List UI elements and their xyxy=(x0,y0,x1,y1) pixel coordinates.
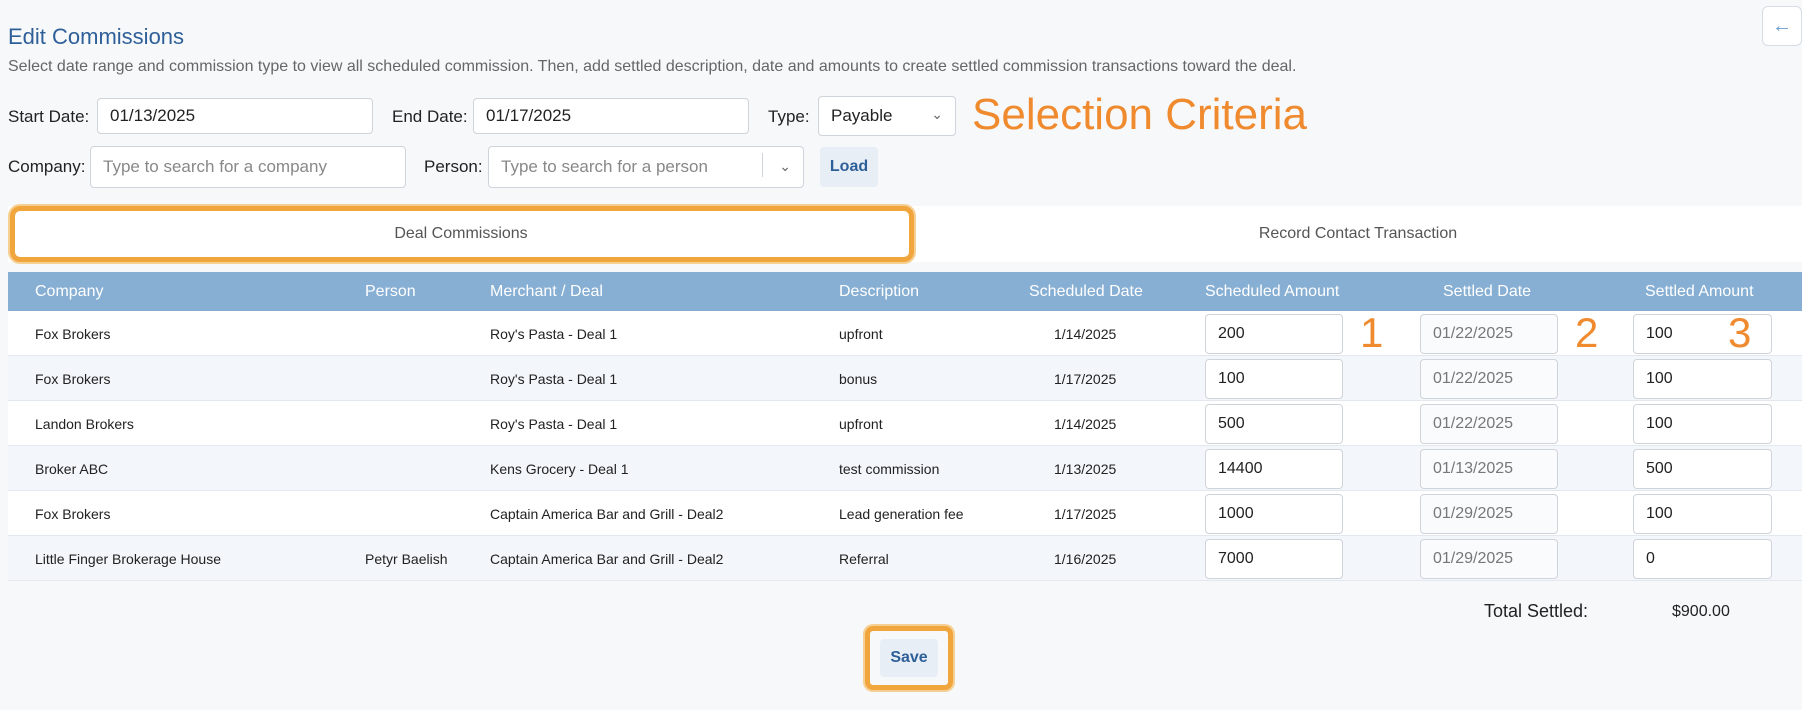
cell-scheduled-date: 1/13/2025 xyxy=(1054,461,1117,477)
cell-company: Fox Brokers xyxy=(35,326,111,342)
table-row: Fox Brokers Roy's Pasta - Deal 1 upfront… xyxy=(8,309,1802,356)
back-button[interactable]: ← xyxy=(1762,6,1802,46)
settled-amount-input[interactable]: 0 xyxy=(1633,539,1772,579)
cell-deal: Kens Grocery - Deal 1 xyxy=(490,461,629,477)
annotation-3: 3 xyxy=(1728,309,1752,356)
person-label: Person: xyxy=(424,157,483,176)
table-header: Company Person Merchant / Deal Descripti… xyxy=(8,272,1802,311)
cell-description: Lead generation fee xyxy=(839,506,964,522)
cell-company: Fox Brokers xyxy=(35,506,111,522)
settled-date-input[interactable]: 01/29/2025 xyxy=(1420,539,1558,579)
scheduled-amount-input[interactable]: 7000 xyxy=(1205,539,1343,579)
cell-scheduled-date: 1/14/2025 xyxy=(1054,326,1117,342)
cell-deal: Captain America Bar and Grill - Deal2 xyxy=(490,551,724,567)
header-settled-amount: Settled Amount xyxy=(1645,283,1754,300)
tab-bar: Deal Commissions Record Contact Transact… xyxy=(8,206,1802,262)
type-select[interactable]: Payable ⌄ xyxy=(818,96,956,136)
cell-deal: Roy's Pasta - Deal 1 xyxy=(490,326,618,342)
cell-company: Fox Brokers xyxy=(35,371,111,387)
table-row: Little Finger Brokerage House Petyr Bael… xyxy=(8,536,1802,581)
tab-deal-commissions[interactable]: Deal Commissions xyxy=(8,206,914,262)
cell-scheduled-date: 1/14/2025 xyxy=(1054,416,1117,432)
total-settled-label: Total Settled: xyxy=(1484,601,1589,621)
settled-date-input[interactable]: 01/22/2025 xyxy=(1420,404,1558,444)
company-label: Company: xyxy=(8,157,86,176)
scheduled-amount-input[interactable]: 500 xyxy=(1205,404,1343,444)
cell-company: Landon Brokers xyxy=(35,416,134,432)
header-person: Person xyxy=(365,283,416,300)
cell-deal: Roy's Pasta - Deal 1 xyxy=(490,371,618,387)
cell-person: Petyr Baelish xyxy=(365,551,448,567)
table-row: Fox Brokers Captain America Bar and Gril… xyxy=(8,491,1802,536)
settled-date-input[interactable]: 01/29/2025 xyxy=(1420,494,1558,534)
settled-amount-input[interactable]: 500 xyxy=(1633,449,1772,489)
cell-scheduled-date: 1/17/2025 xyxy=(1054,506,1117,522)
table-row: Landon Brokers Roy's Pasta - Deal 1 upfr… xyxy=(8,401,1802,446)
annotation-1: 1 xyxy=(1360,309,1384,356)
save-button[interactable]: Save xyxy=(880,639,938,677)
cell-deal: Roy's Pasta - Deal 1 xyxy=(490,416,618,432)
header-company: Company xyxy=(35,283,104,300)
start-date-label: Start Date: xyxy=(8,107,90,126)
person-search-input[interactable]: Type to search for a person ⌄ xyxy=(488,146,804,188)
settled-amount-input[interactable]: 100 xyxy=(1633,359,1772,399)
type-label: Type: xyxy=(768,107,810,126)
table-row: Fox Brokers Roy's Pasta - Deal 1 bonus 1… xyxy=(8,356,1802,401)
cell-description: upfront xyxy=(839,416,883,432)
end-date-input[interactable]: 01/17/2025 xyxy=(473,98,749,134)
chevron-down-icon: ⌄ xyxy=(779,158,791,174)
save-highlight: Save xyxy=(865,626,953,690)
cell-company: Little Finger Brokerage House xyxy=(35,551,221,567)
scheduled-amount-input[interactable]: 1000 xyxy=(1205,494,1343,534)
page-subtitle: Select date range and commission type to… xyxy=(8,58,1297,75)
arrow-left-icon: ← xyxy=(1772,14,1792,37)
header-merchant-deal: Merchant / Deal xyxy=(490,283,603,300)
cell-description: bonus xyxy=(839,371,878,387)
load-button[interactable]: Load xyxy=(820,147,878,187)
selection-criteria-annotation: Selection Criteria xyxy=(972,90,1308,139)
settled-date-input[interactable]: 01/13/2025 xyxy=(1420,449,1558,489)
person-placeholder: Type to search for a person xyxy=(501,157,708,176)
settled-date-input[interactable]: 01/22/2025 xyxy=(1420,314,1558,354)
cell-company: Broker ABC xyxy=(35,461,109,477)
cell-description: upfront xyxy=(839,326,883,342)
table-row: Broker ABC Kens Grocery - Deal 1 test co… xyxy=(8,446,1802,491)
settled-amount-input[interactable]: 100 xyxy=(1633,494,1772,534)
total-settled-value: $900.00 xyxy=(1672,603,1730,620)
scheduled-amount-input[interactable]: 14400 xyxy=(1205,449,1343,489)
cell-description: Referral xyxy=(839,551,889,567)
header-description: Description xyxy=(839,283,920,300)
start-date-input[interactable]: 01/13/2025 xyxy=(97,98,373,134)
end-date-label: End Date: xyxy=(392,107,468,126)
header-settled-date: Settled Date xyxy=(1443,283,1532,300)
cell-scheduled-date: 1/16/2025 xyxy=(1054,551,1117,567)
company-search-input[interactable]: Type to search for a company xyxy=(90,146,406,188)
cell-scheduled-date: 1/17/2025 xyxy=(1054,371,1117,387)
page-title: Edit Commissions xyxy=(8,24,185,49)
header-scheduled-amount: Scheduled Amount xyxy=(1205,283,1340,300)
type-select-value: Payable xyxy=(831,106,893,125)
settled-date-input[interactable]: 01/22/2025 xyxy=(1420,359,1558,399)
settled-amount-input[interactable]: 100 xyxy=(1633,404,1772,444)
scheduled-amount-input[interactable]: 200 xyxy=(1205,314,1343,354)
cell-deal: Captain America Bar and Grill - Deal2 xyxy=(490,506,724,522)
annotation-2: 2 xyxy=(1575,309,1599,356)
tab-record-contact-transaction[interactable]: Record Contact Transaction xyxy=(914,206,1802,262)
scheduled-amount-input[interactable]: 100 xyxy=(1205,359,1343,399)
chevron-down-icon: ⌄ xyxy=(931,106,943,122)
cell-description: test commission xyxy=(839,461,940,477)
select-divider xyxy=(762,153,763,177)
header-scheduled-date: Scheduled Date xyxy=(1029,283,1143,300)
